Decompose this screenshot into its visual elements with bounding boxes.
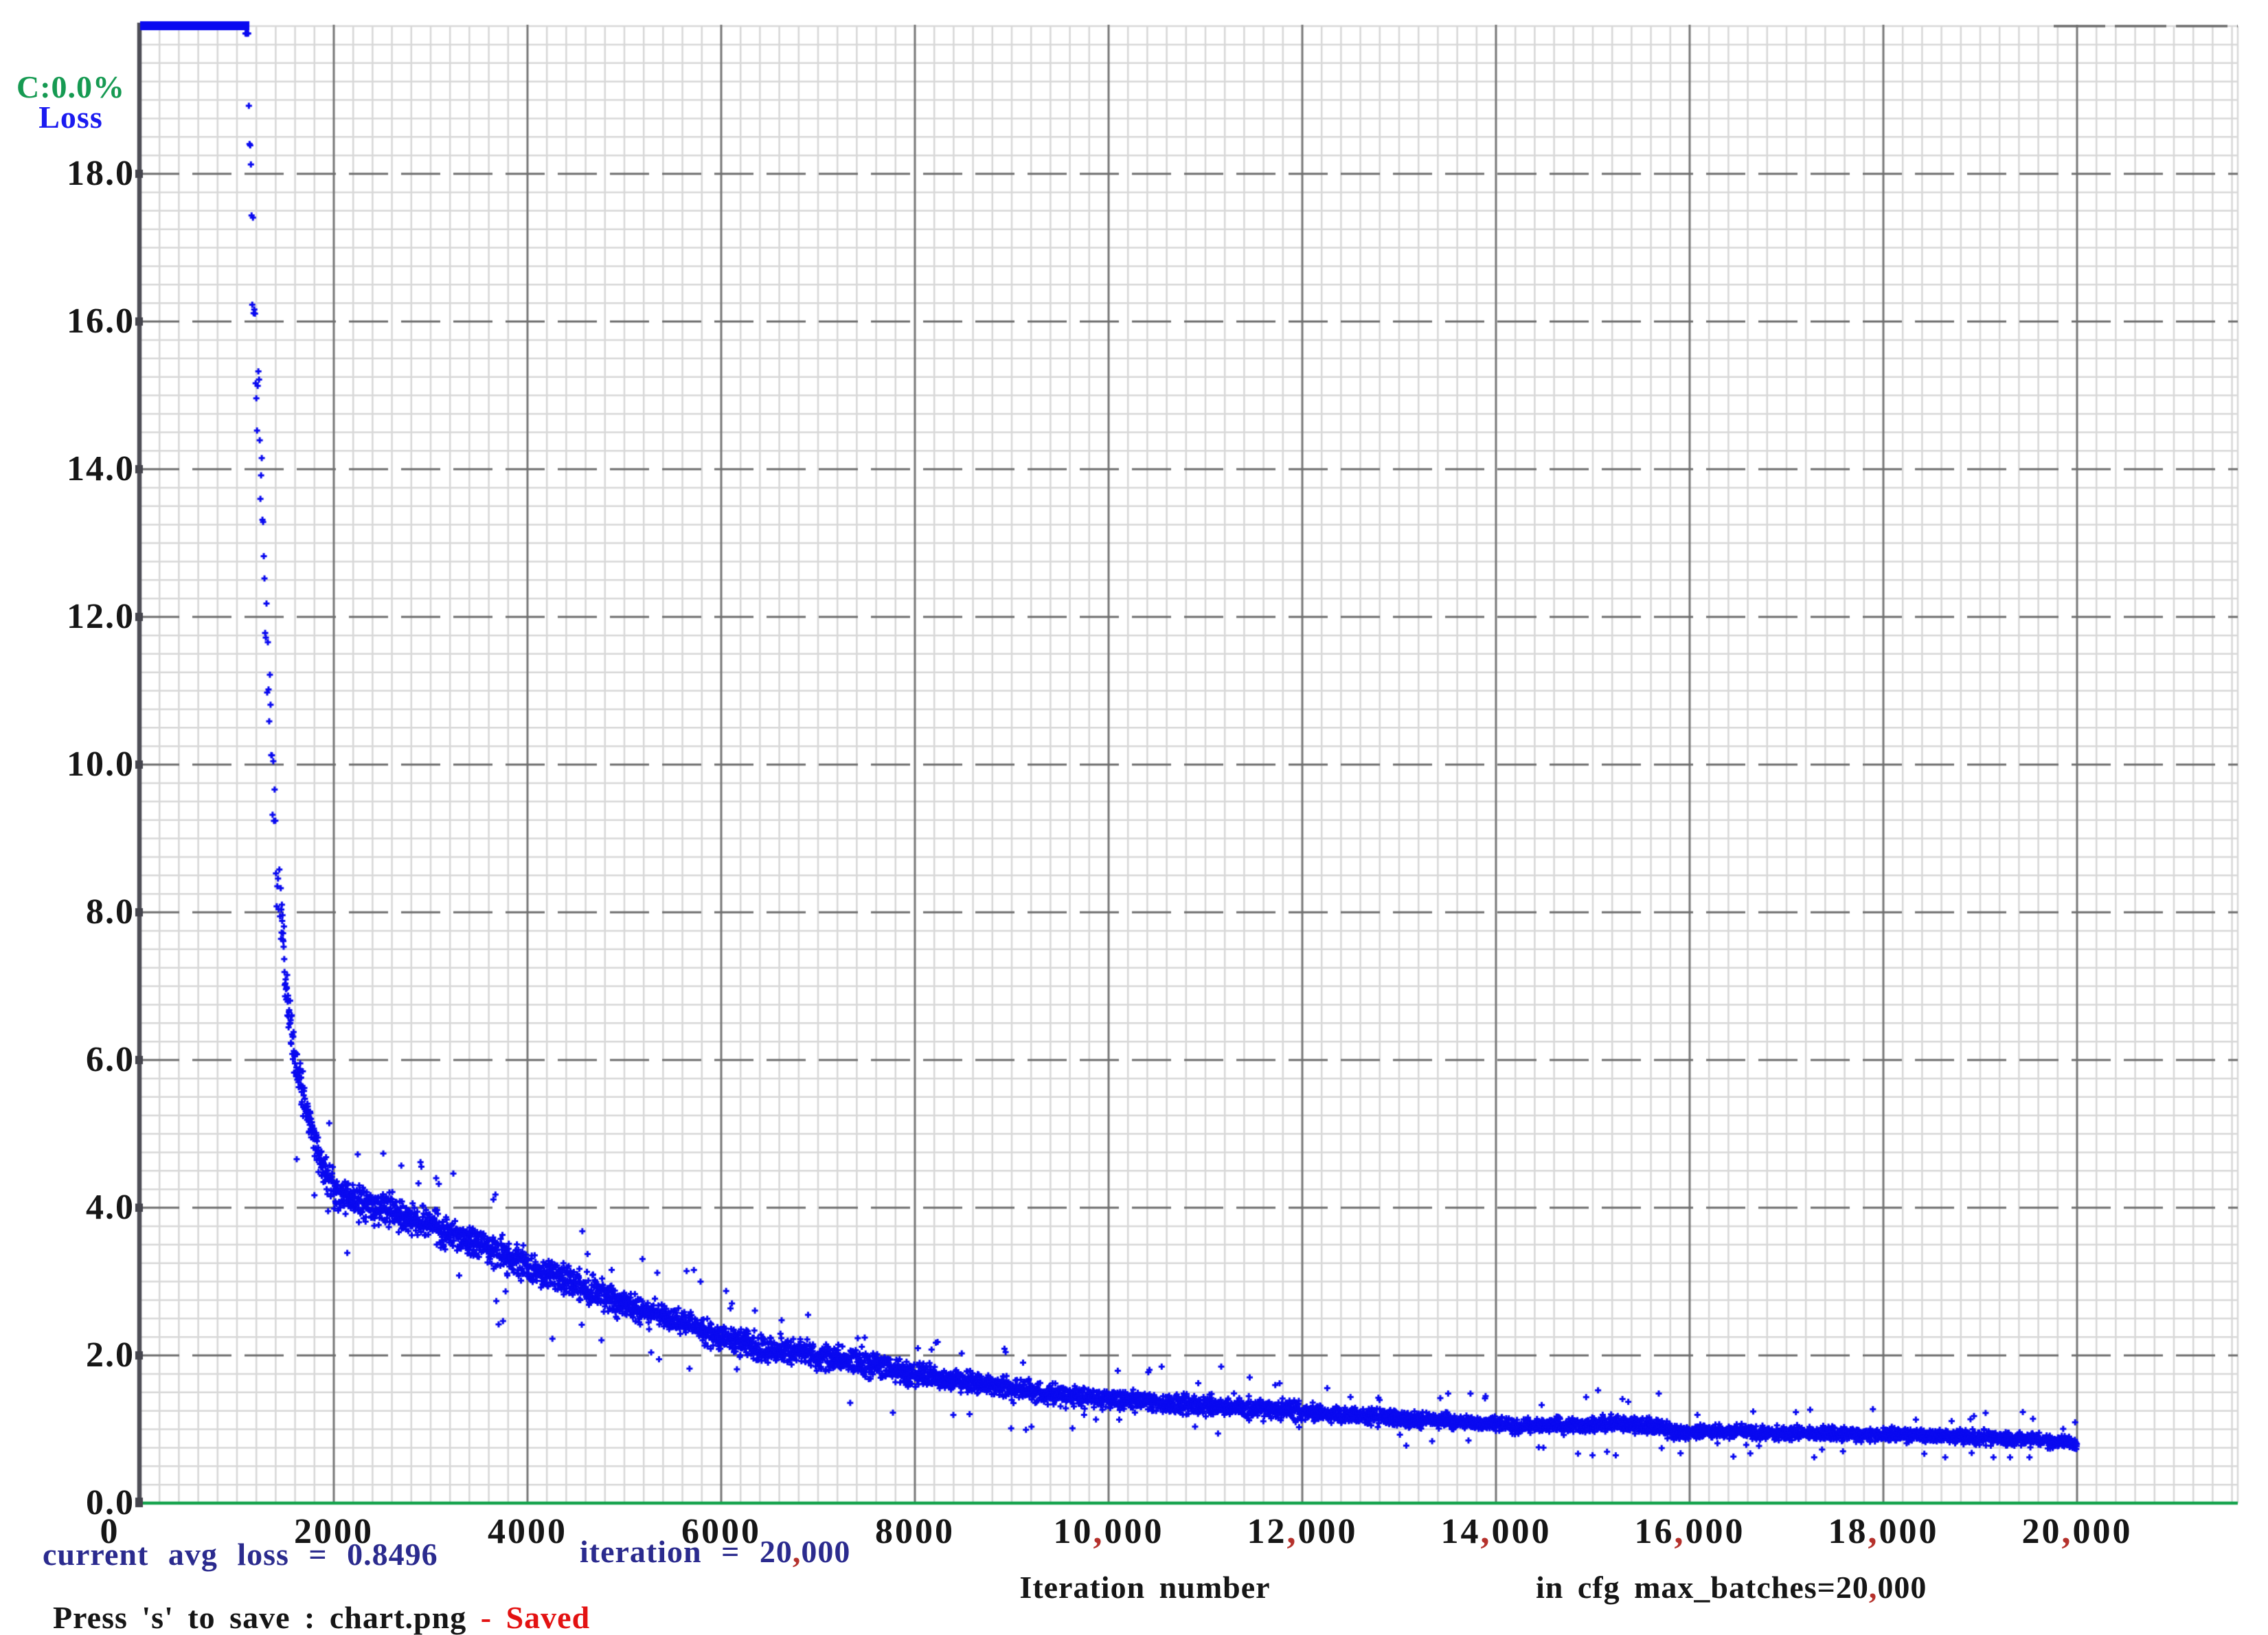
x-tick-label: 20,000: [2021, 1512, 2133, 1551]
loss-curve-canvas: [0, 0, 2268, 1599]
save-hint-text: Press 's' to save : chart.png: [53, 1600, 467, 1635]
xaxis-title-caption: Iteration number: [1019, 1570, 1271, 1605]
y-tick-label: 18.0: [67, 154, 135, 193]
x-tick-label: 12,000: [1247, 1512, 1358, 1551]
max-batches-caption: in cfg max_batches=20,000: [1536, 1570, 1927, 1605]
x-tick-label: 14,000: [1440, 1512, 1552, 1551]
save-hint-caption: Press 's' to save : chart.png - Saved: [25, 1570, 590, 1634]
x-tick-label: 18,000: [1828, 1512, 1939, 1551]
y-tick-label: 2.0: [86, 1335, 135, 1375]
y-tick-label: 16.0: [67, 302, 135, 341]
training-loss-chart-window: { "header": { "class_label": "C:0.0%", "…: [0, 0, 2268, 1634]
y-tick-label: 6.0: [86, 1040, 135, 1079]
y-tick-label: 8.0: [86, 892, 135, 932]
y-tick-label: 12.0: [67, 597, 135, 636]
y-tick-label: 14.0: [67, 449, 135, 488]
saved-status: Saved: [506, 1600, 591, 1635]
x-tick-label: 10,000: [1053, 1512, 1164, 1551]
x-tick-label: 16,000: [1634, 1512, 1745, 1551]
loss-legend-label: Loss: [38, 100, 103, 135]
class-accuracy-label: C:0.0%: [16, 69, 126, 104]
saved-separator: -: [466, 1600, 506, 1635]
avg-loss-caption: current avg loss = 0.8496: [43, 1537, 438, 1572]
iteration-caption: iteration = 20,000: [580, 1534, 851, 1569]
y-tick-label: 10.0: [67, 745, 135, 784]
y-tick-label: 4.0: [86, 1188, 135, 1227]
